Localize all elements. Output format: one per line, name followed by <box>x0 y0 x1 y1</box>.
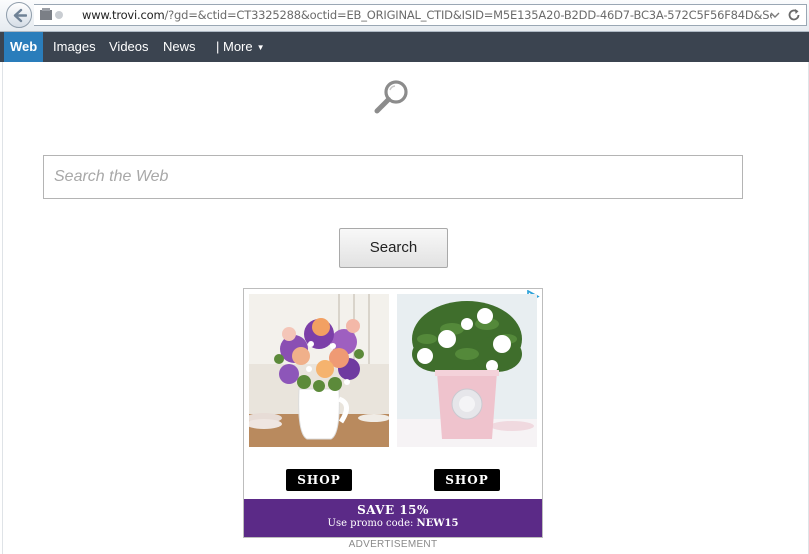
search-input[interactable] <box>43 155 743 199</box>
site-identity-icon[interactable] <box>39 8 63 22</box>
url-text[interactable]: www.trovi.com/?gd=&ctid=CT3325288&octid=… <box>82 8 772 23</box>
tab-web[interactable]: Web <box>4 32 44 62</box>
tab-news[interactable]: News <box>163 32 196 62</box>
tab-images[interactable]: Images <box>53 32 96 62</box>
tab-more-label: | More <box>216 39 253 54</box>
gardenia-illustration <box>397 294 537 447</box>
browser-toolbar: www.trovi.com/?gd=&ctid=CT3325288&octid=… <box>0 0 809 32</box>
gardenia-pot-image[interactable] <box>397 294 537 447</box>
shop-button-left[interactable]: SHOP <box>286 469 352 491</box>
back-button[interactable] <box>6 2 32 28</box>
flower-pitcher-image[interactable] <box>249 294 389 447</box>
back-arrow-icon <box>13 8 27 23</box>
caret-down-icon: ▼ <box>256 42 265 52</box>
tab-videos[interactable]: Videos <box>109 32 149 62</box>
tab-more[interactable]: | More ▼ <box>216 32 265 62</box>
flower-pitcher-illustration <box>249 294 389 447</box>
url-bar[interactable]: www.trovi.com/?gd=&ctid=CT3325288&octid=… <box>34 4 807 26</box>
advertisement[interactable]: SHOP SHOP SAVE 15% Use promo code: NEW15 <box>243 288 543 538</box>
promo-banner[interactable]: SAVE 15% Use promo code: NEW15 <box>244 499 542 537</box>
search-nav: Web Images Videos News | More ▼ <box>0 32 809 62</box>
search-logo-icon <box>374 80 408 114</box>
shop-button-right[interactable]: SHOP <box>434 469 500 491</box>
url-domain: www.trovi.com <box>82 8 165 22</box>
search-button[interactable]: Search <box>339 228 448 268</box>
reload-icon[interactable] <box>787 8 801 22</box>
promo-subtitle: Use promo code: NEW15 <box>244 518 542 529</box>
url-path: /?gd=&ctid=CT3325288&octid=EB_ORIGINAL_C… <box>164 8 772 22</box>
promo-prefix: Use promo code: <box>327 518 417 529</box>
promo-code: NEW15 <box>416 518 459 529</box>
promo-title: SAVE 15% <box>357 503 429 517</box>
advertisement-label: ADVERTISEMENT <box>348 539 438 550</box>
url-dropdown-icon[interactable] <box>770 10 780 20</box>
